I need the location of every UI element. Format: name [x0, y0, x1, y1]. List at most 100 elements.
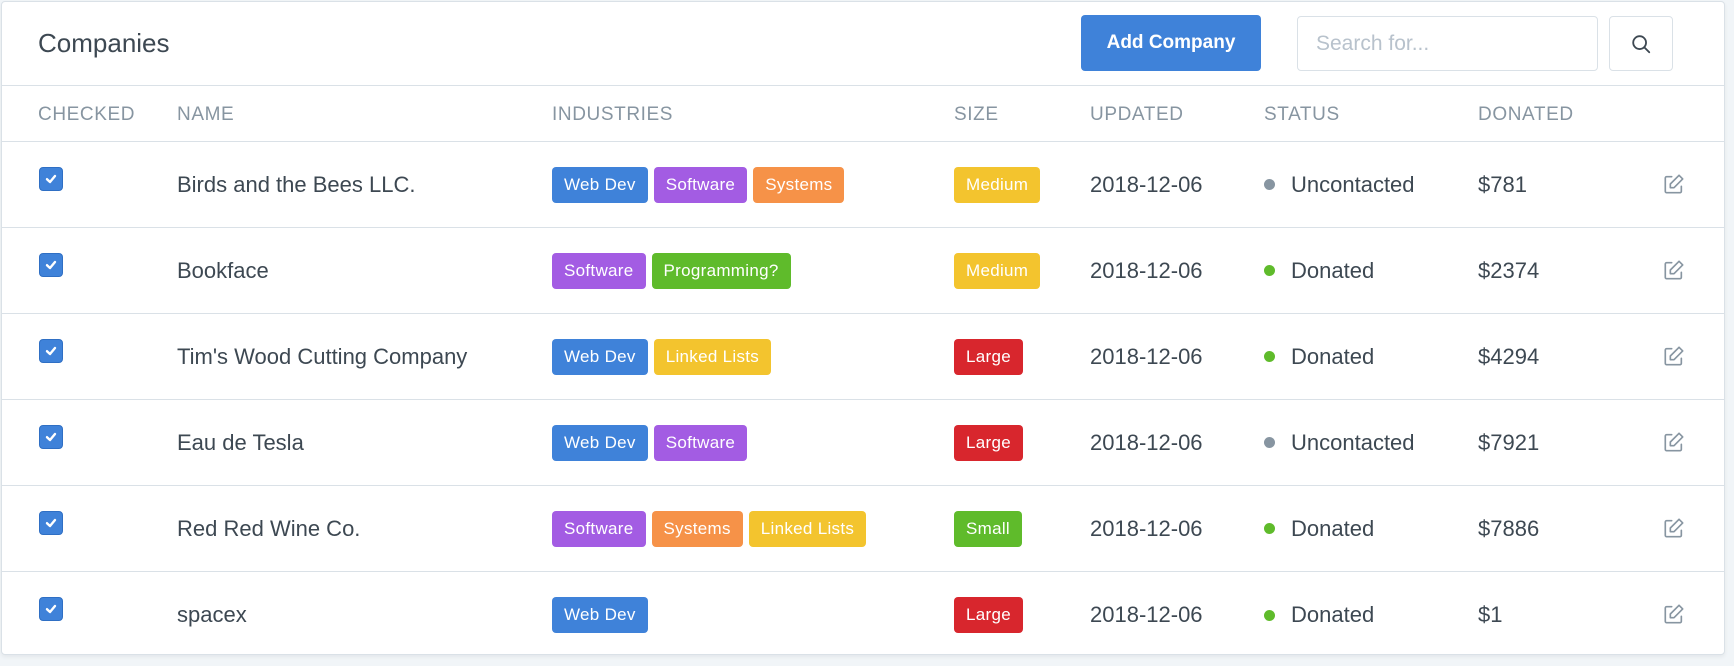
status-dot-icon: [1264, 609, 1275, 621]
panel-header: Companies Add Company: [2, 2, 1724, 86]
updated-cell: 2018-12-06: [1090, 142, 1203, 227]
size-badge: Large: [954, 338, 1023, 375]
size-cell: Small: [954, 486, 1023, 571]
page-title: Companies: [38, 28, 170, 58]
updated-cell: 2018-12-06: [1090, 228, 1203, 313]
status-label: Uncontacted: [1291, 171, 1415, 197]
industries-cell: Web Dev Software Systems: [552, 142, 845, 227]
edit-button[interactable]: [1662, 516, 1686, 540]
table-header: CHECKED NAME INDUSTRIES SIZE UPDATED STA…: [2, 86, 1724, 142]
checkmark-icon: [45, 518, 57, 528]
status-dot-icon: [1264, 523, 1275, 534]
table-body: Birds and the Bees LLC. Web Dev Software Sy…: [2, 142, 1724, 654]
table-row: Red Red Wine Co. Software Systems Linked Li…: [2, 486, 1724, 572]
updated-date: 2018-12-06: [1090, 515, 1203, 541]
updated-date: 2018-12-06: [1090, 343, 1203, 369]
donated-amount: $781: [1478, 171, 1527, 197]
status-dot-icon: [1264, 265, 1275, 276]
size-cell: Medium: [954, 228, 1041, 313]
updated-date: 2018-12-06: [1090, 171, 1203, 197]
search-button[interactable]: [1609, 16, 1673, 71]
size-cell: Large: [954, 572, 1023, 654]
size-badge: Medium: [954, 252, 1041, 289]
size-badge: Large: [954, 597, 1023, 633]
edit-button[interactable]: [1662, 172, 1686, 196]
donated-amount: $2374: [1478, 257, 1540, 283]
status-indicator: Donated: [1264, 344, 1374, 370]
row-checkbox[interactable]: [39, 425, 63, 449]
company-name-cell: Eau de Tesla: [177, 400, 304, 485]
checkmark-icon: [45, 432, 57, 442]
company-name-cell: Bookface: [177, 228, 269, 313]
status-cell: Donated: [1264, 572, 1374, 654]
column-header-checked: CHECKED: [38, 104, 136, 125]
status-label: Donated: [1291, 602, 1375, 627]
edit-icon: [1664, 604, 1684, 624]
updated-date: 2018-12-06: [1090, 257, 1203, 283]
donated-amount: $7886: [1478, 515, 1540, 541]
updated-date: 2018-12-06: [1090, 602, 1203, 627]
status-cell: Uncontacted: [1264, 142, 1415, 227]
table-row: Bookface Software Programming? Medium 2018-1…: [2, 228, 1724, 314]
status-cell: Donated: [1264, 314, 1374, 399]
size-cell: Medium: [954, 142, 1041, 227]
status-label: Uncontacted: [1291, 429, 1415, 455]
status-cell: Uncontacted: [1264, 400, 1415, 485]
search-icon: [1632, 34, 1651, 53]
updated-cell: 2018-12-06: [1090, 314, 1203, 399]
edit-icon: [1664, 432, 1684, 452]
column-header-status: STATUS: [1264, 104, 1340, 125]
add-company-button[interactable]: Add Company: [1081, 15, 1261, 71]
edit-icon: [1664, 518, 1684, 538]
status-indicator: Uncontacted: [1264, 172, 1415, 198]
edit-button[interactable]: [1662, 344, 1686, 368]
company-name-cell: Tim's Wood Cutting Company: [177, 314, 467, 399]
status-indicator: Donated: [1264, 602, 1374, 628]
donated-amount: $1: [1478, 602, 1503, 627]
company-name: Tim's Wood Cutting Company: [177, 343, 468, 369]
column-header-updated: UPDATED: [1090, 104, 1184, 125]
status-indicator: Donated: [1264, 516, 1374, 542]
status-label: Donated: [1291, 257, 1375, 283]
checkmark-icon: [45, 174, 57, 184]
row-checkbox[interactable]: [39, 597, 63, 621]
industry-tag: Linked Lists: [748, 510, 867, 547]
status-cell: Donated: [1264, 486, 1374, 571]
search-input[interactable]: [1297, 16, 1598, 71]
donated-cell: $781: [1478, 142, 1527, 227]
industries-cell: Software Programming?: [552, 228, 791, 313]
column-header-donated: DONATED: [1478, 104, 1574, 125]
status-dot-icon: [1264, 437, 1275, 448]
industries-cell: Web Dev Software: [552, 400, 748, 485]
donated-cell: $7921: [1478, 400, 1539, 485]
company-name: Bookface: [177, 257, 269, 283]
industry-tag: Web Dev: [552, 597, 648, 633]
size-cell: Large: [954, 314, 1023, 399]
edit-icon: [1664, 174, 1684, 194]
industry-tag: Systems: [753, 166, 845, 203]
table-row: spacex Web Dev Large 2018-12-06 Donated $1: [2, 572, 1724, 654]
company-name: spacex: [177, 602, 247, 627]
row-checkbox[interactable]: [39, 339, 63, 363]
checkmark-icon: [45, 604, 57, 614]
industry-tag: Software: [653, 166, 748, 203]
donated-amount: $7921: [1478, 429, 1540, 455]
edit-button[interactable]: [1662, 258, 1686, 282]
edit-icon: [1664, 260, 1684, 280]
edit-button[interactable]: [1662, 602, 1686, 626]
row-checkbox[interactable]: [39, 511, 63, 535]
industry-tag: Software: [552, 252, 646, 289]
size-cell: Large: [954, 400, 1023, 485]
size-badge: Medium: [954, 166, 1041, 203]
edit-button[interactable]: [1662, 430, 1686, 454]
updated-cell: 2018-12-06: [1090, 400, 1203, 485]
company-name-cell: Birds and the Bees LLC.: [177, 142, 415, 227]
size-badge: Large: [954, 424, 1023, 461]
row-checkbox[interactable]: [39, 253, 63, 277]
checkmark-icon: [45, 260, 57, 270]
column-header-name: NAME: [177, 104, 235, 125]
status-dot-icon: [1264, 179, 1275, 190]
row-checkbox[interactable]: [39, 167, 63, 191]
column-header-size: SIZE: [954, 104, 999, 125]
donated-amount: $4294: [1478, 343, 1540, 369]
